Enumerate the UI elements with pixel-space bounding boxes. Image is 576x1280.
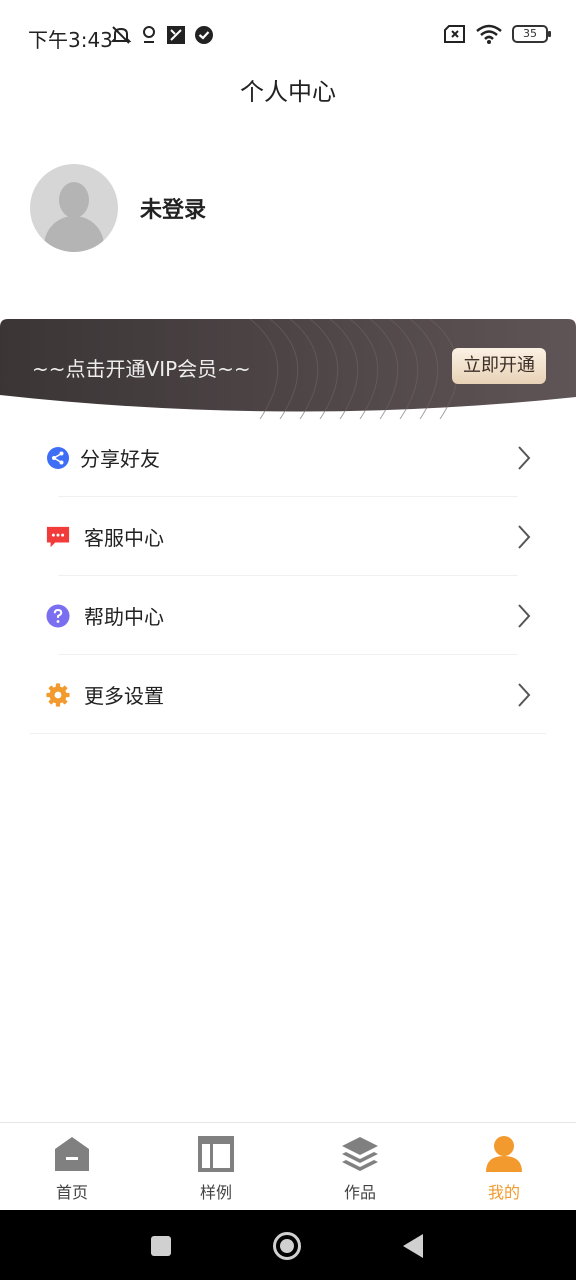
menu-label-customer-service: 客服中心 [84, 526, 164, 550]
user-icon [486, 1136, 522, 1172]
tab-templates[interactable]: 样例 [144, 1123, 288, 1210]
tab-works[interactable]: 作品 [288, 1123, 432, 1210]
tab-label-works: 作品 [343, 1183, 376, 1202]
wifi-icon [476, 24, 502, 44]
status-icons-left [110, 24, 214, 46]
layers-icon [342, 1137, 378, 1171]
mute-icon [110, 26, 132, 44]
activate-vip-button[interactable]: 立即开通 [452, 348, 546, 384]
status-bar: 下午3:43 35 [0, 0, 576, 70]
tab-home[interactable]: 首页 [0, 1123, 144, 1210]
default-avatar-icon[interactable] [30, 164, 118, 252]
tab-label-templates: 样例 [199, 1183, 232, 1202]
chevron-right-icon [518, 682, 531, 707]
nfc-icon [167, 26, 185, 44]
chevron-right-icon [518, 524, 531, 549]
battery-icon: 35 [512, 25, 551, 43]
status-icons-right: 35 [444, 24, 551, 44]
no-sim-icon [444, 25, 465, 43]
location-icon [143, 26, 155, 43]
gear-icon [46, 682, 70, 707]
menu-item-share[interactable]: 分享好友 [0, 418, 576, 497]
divider [30, 733, 546, 734]
help-icon [46, 603, 70, 628]
recent-apps-icon[interactable] [146, 1231, 176, 1261]
back-icon[interactable] [398, 1231, 428, 1261]
menu-label-settings: 更多设置 [84, 684, 164, 708]
login-status[interactable]: 未登录 [140, 192, 206, 224]
tab-mine[interactable]: 我的 [432, 1123, 576, 1210]
vip-banner[interactable]: ~~点击开通VIP会员~~ 立即开通 [0, 319, 576, 419]
tab-label-mine: 我的 [487, 1183, 520, 1202]
menu-item-customer-service[interactable]: 客服中心 [0, 497, 576, 576]
status-time: 下午3:43 [28, 28, 113, 52]
vip-promo-text: ~~点击开通VIP会员~~ [32, 357, 251, 381]
menu-label-help: 帮助中心 [84, 605, 164, 629]
home-icon [55, 1137, 89, 1171]
menu-item-settings[interactable]: 更多设置 [0, 655, 576, 734]
template-icon [198, 1136, 234, 1172]
bottom-tab-bar: 首页 样例 作品 我的 [0, 1122, 576, 1210]
system-nav-bar [0, 1210, 576, 1280]
menu-list: 分享好友 客服中心 帮助中心 更多设置 [0, 418, 576, 734]
chevron-right-icon [518, 603, 531, 628]
home-circle-icon[interactable] [272, 1231, 302, 1261]
chevron-right-icon [518, 445, 531, 470]
chat-icon [46, 525, 70, 549]
page-title: 个人中心 [240, 78, 336, 106]
menu-item-help[interactable]: 帮助中心 [0, 576, 576, 655]
profile-section[interactable]: 未登录 [30, 164, 206, 252]
tab-label-home: 首页 [55, 1183, 88, 1202]
menu-label-share: 分享好友 [80, 447, 160, 471]
share-icon [46, 446, 70, 470]
check-circle-icon [195, 26, 213, 44]
